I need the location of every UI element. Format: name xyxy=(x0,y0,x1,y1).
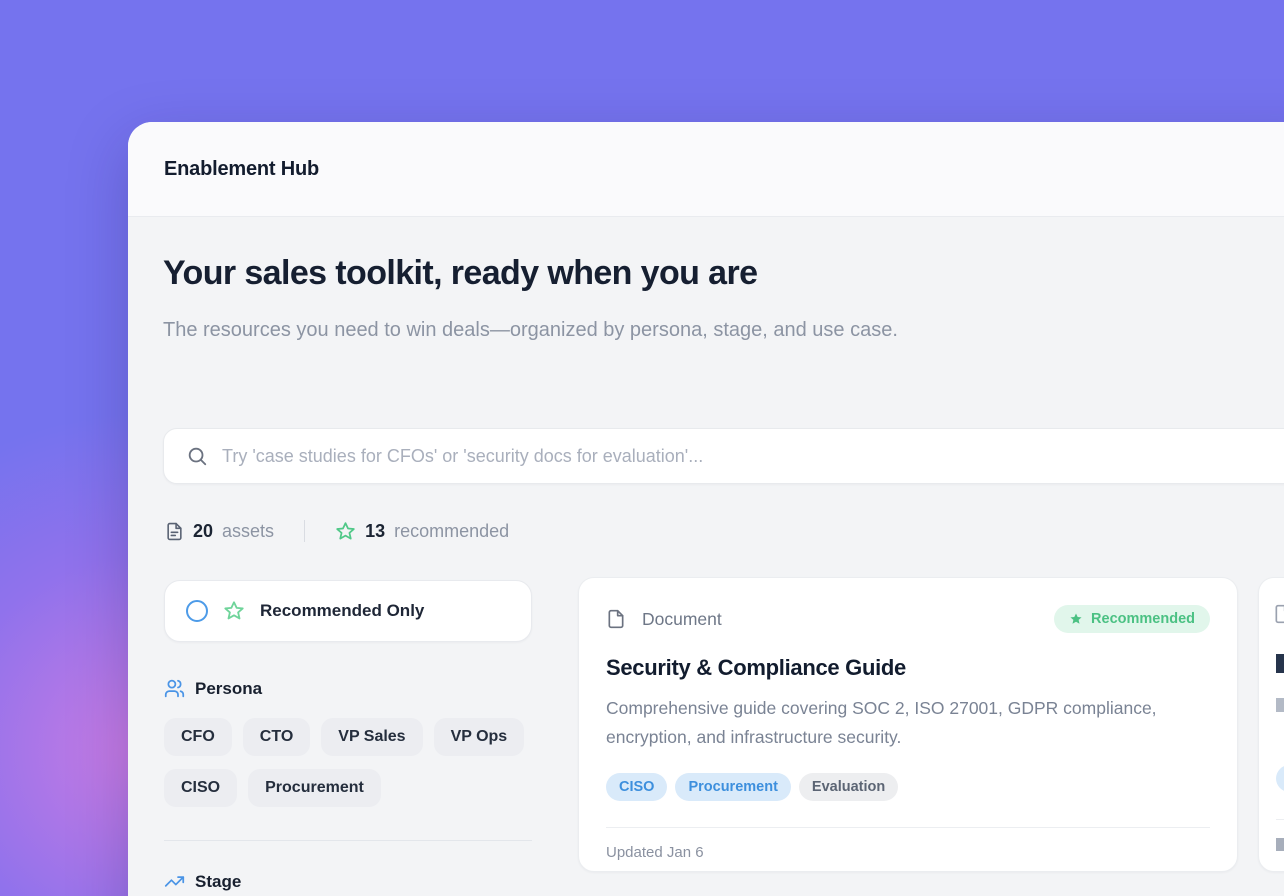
persona-chip-vp-ops[interactable]: VP Ops xyxy=(434,718,525,756)
persona-chip-cto[interactable]: CTO xyxy=(243,718,310,756)
asset-card-security-compliance-guide[interactable]: Document Recommended Security & Complian… xyxy=(578,577,1238,872)
persona-chip-list: CFO CTO VP Sales VP Ops CISO Procurement xyxy=(164,718,532,807)
card-divider xyxy=(606,827,1210,828)
card-top-row: Document Recommended xyxy=(606,605,1210,633)
persona-chip-vp-sales[interactable]: VP Sales xyxy=(321,718,422,756)
card-preview-fragment xyxy=(1276,838,1284,851)
stage-section-header: Stage xyxy=(164,871,532,892)
recommended-only-label: Recommended Only xyxy=(260,601,424,621)
card-type-label: Document xyxy=(642,609,722,630)
card-preview-fragment xyxy=(1276,654,1284,673)
star-icon xyxy=(223,600,245,622)
persona-chip-ciso[interactable]: CISO xyxy=(164,769,237,807)
recommended-count: 13 xyxy=(365,521,385,542)
trending-up-icon xyxy=(164,871,185,892)
star-filled-icon xyxy=(1069,612,1083,626)
card-preview-fragment xyxy=(1276,698,1284,712)
asset-card-partial[interactable] xyxy=(1258,577,1284,872)
window-header: Enablement Hub xyxy=(128,122,1284,217)
file-text-icon xyxy=(165,521,184,542)
stats-divider xyxy=(304,520,305,542)
filters-sidebar: Recommended Only Persona CFO CTO VP Sale… xyxy=(164,580,532,892)
stage-section-label: Stage xyxy=(195,872,241,892)
page-subtitle: The resources you need to win deals—orga… xyxy=(163,312,993,349)
card-preview-fragment xyxy=(1276,819,1284,820)
card-description: Comprehensive guide covering SOC 2, ISO … xyxy=(606,694,1196,752)
recommended-only-toggle[interactable]: Recommended Only xyxy=(164,580,532,642)
assets-stat: 20 assets xyxy=(165,521,274,542)
file-icon xyxy=(1273,602,1284,626)
toggle-radio[interactable] xyxy=(186,600,208,622)
enablement-hub-window: Enablement Hub Your sales toolkit, ready… xyxy=(128,122,1284,896)
card-tag-list: CISO Procurement Evaluation xyxy=(606,773,1210,801)
assets-label: assets xyxy=(222,521,274,542)
search-icon xyxy=(186,445,208,467)
search-input[interactable] xyxy=(222,429,1284,483)
users-icon xyxy=(164,678,185,699)
card-type: Document xyxy=(606,607,722,631)
page-title: Your sales toolkit, ready when you are xyxy=(163,254,757,293)
stats-row: 20 assets 13 recommended xyxy=(165,517,509,545)
recommended-badge-label: Recommended xyxy=(1091,611,1195,627)
persona-section-label: Persona xyxy=(195,679,262,699)
assets-count: 20 xyxy=(193,521,213,542)
persona-chip-procurement[interactable]: Procurement xyxy=(248,769,381,807)
card-title: Security & Compliance Guide xyxy=(606,655,1210,681)
star-icon xyxy=(335,521,356,542)
tag-evaluation: Evaluation xyxy=(799,773,898,801)
tag-procurement: Procurement xyxy=(675,773,790,801)
recommended-badge: Recommended xyxy=(1054,605,1210,633)
file-icon xyxy=(606,607,626,631)
persona-section-header: Persona xyxy=(164,678,532,699)
recommended-stat: 13 recommended xyxy=(335,521,509,542)
card-preview-fragment xyxy=(1276,765,1284,792)
card-updated-label: Updated Jan 6 xyxy=(606,844,1210,861)
tag-ciso: CISO xyxy=(606,773,667,801)
recommended-label: recommended xyxy=(394,521,509,542)
desktop-background: Enablement Hub Your sales toolkit, ready… xyxy=(0,0,1284,896)
sidebar-divider xyxy=(164,840,532,841)
persona-chip-cfo[interactable]: CFO xyxy=(164,718,232,756)
app-title: Enablement Hub xyxy=(164,158,319,181)
search-bar[interactable] xyxy=(163,428,1284,484)
